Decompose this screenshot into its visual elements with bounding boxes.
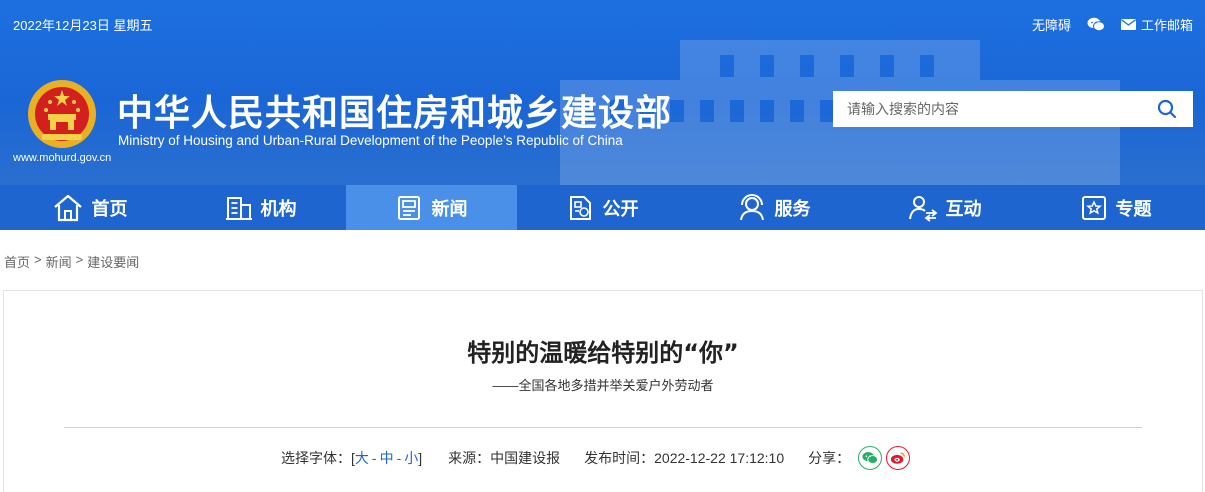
wechat-link[interactable] [1087,17,1105,32]
mail-icon [1120,19,1136,30]
breadcrumb-construction-news[interactable]: 建设要闻 [87,252,139,271]
national-emblem-icon[interactable] [26,78,98,150]
nav-item-news[interactable]: 新闻 [346,185,517,230]
topic-icon [1081,195,1106,220]
nav-item-topic[interactable]: 专题 [1030,185,1201,230]
nav-item-label: 首页 [91,198,128,220]
publish-time-label: 发布时间： [584,450,655,466]
breadcrumb-home[interactable]: 首页 [4,252,30,271]
nav-item-interaction[interactable]: 互动 [859,185,1030,230]
publish-time-value: 2022-12-22 17:12:10 [654,450,785,466]
nav-item-label: 服务 [774,198,811,220]
font-size-dash: - [371,450,377,466]
search-icon[interactable] [1157,99,1177,119]
weibo-icon [891,452,906,464]
article-panel: 特别的温暖给特别的“你” ——全国各地多措并举关爱户外劳动者 选择字体：[ 大 … [3,290,1203,492]
font-size-dash: - [396,450,402,466]
interaction-icon [908,195,937,222]
building-icon [225,196,252,220]
source-value: 中国建设报 [490,450,561,466]
article-subtitle: ——全国各地多措并举关爱户外劳动者 [492,378,714,393]
wechat-icon [1087,17,1105,32]
breadcrumb-separator: > [34,252,42,267]
article-meta: 选择字体：[ 大 - 中 - 小 ] 来源： 中国建设报 发布时间： 2022-… [281,446,911,470]
site-header: 2022年12月23日 星期五 无障碍 工作邮箱 www.mohurd.gov.… [0,0,1205,185]
source-label: 来源： [448,450,491,466]
document-icon [569,195,591,220]
news-icon [397,195,420,220]
site-title[interactable]: 中华人民共和国住房和城乡建设部 [117,84,672,136]
nav-item-label: 互动 [945,198,982,220]
font-size-label: 选择字体：[ [281,450,355,466]
wechat-icon [862,452,879,464]
font-size-bracket: ] [418,450,423,466]
nav-item-organization[interactable]: 机构 [175,185,346,230]
accessibility-link[interactable]: 无障碍 [1032,15,1071,34]
nav-item-service[interactable]: 服务 [688,185,859,230]
current-date: 2022年12月23日 星期五 [13,18,153,33]
nav-item-home[interactable]: 首页 [4,185,175,230]
search-box [833,91,1193,127]
article-title: 特别的温暖给特别的“你” [467,339,739,367]
breadcrumb: 首页 > 新闻 > 建设要闻 [4,252,139,271]
share-wechat-button[interactable] [858,446,883,470]
home-icon [53,194,82,221]
breadcrumb-news[interactable]: 新闻 [46,252,72,271]
share-weibo-button[interactable] [886,446,911,470]
nav-item-public[interactable]: 公开 [517,185,688,230]
work-mail-link[interactable]: 工作邮箱 [1120,15,1193,34]
site-subtitle: Ministry of Housing and Urban-Rural Deve… [118,133,623,148]
main-nav: 首页 机构 新闻 公开 服务 互动 专题 [0,185,1205,230]
font-size-large[interactable]: 大 [355,448,369,468]
font-size-small[interactable]: 小 [404,448,418,468]
service-icon [739,193,764,220]
work-mail-label: 工作邮箱 [1140,18,1193,33]
nav-item-label: 新闻 [431,198,468,220]
search-input[interactable] [847,101,1127,117]
site-url: www.mohurd.gov.cn [13,152,112,164]
nav-item-label: 专题 [1115,198,1152,220]
share-label: 分享： [808,450,851,466]
font-size-medium[interactable]: 中 [380,448,394,468]
divider [64,427,1142,428]
top-links: 无障碍 工作邮箱 [1032,15,1193,34]
nav-item-label: 公开 [602,198,639,220]
nav-item-label: 机构 [260,198,297,220]
breadcrumb-separator: > [75,252,84,267]
